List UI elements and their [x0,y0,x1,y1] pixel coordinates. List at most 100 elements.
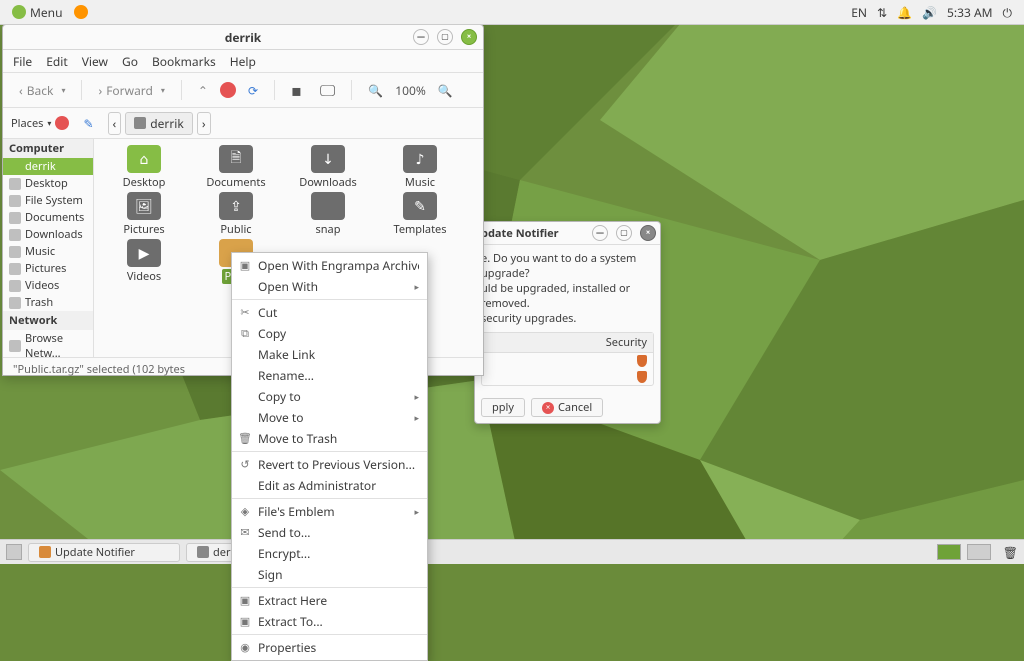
folder-icon [9,280,21,292]
trash-icon: 🗑 [238,432,252,446]
home-button[interactable]: ▪ [285,77,308,103]
ctx-edit-as-admin[interactable]: Edit as Administrator [232,475,427,496]
zoom-in-button[interactable]: 🔍 [432,80,459,101]
close-icon[interactable]: × [640,225,656,241]
folder-pictures[interactable]: 🖼Pictures [98,192,190,237]
ctx-properties[interactable]: ◉Properties [232,637,427,658]
sidebar-network-header: Network [3,311,93,330]
breadcrumb-next[interactable]: › [197,112,211,135]
ctx-open-with-engrampa[interactable]: ▣Open With Engrampa Archive Manager [232,255,427,276]
ctx-open-with[interactable]: Open With▸ [232,276,427,297]
folder-icon [9,229,21,241]
ctx-rename[interactable]: Rename... [232,365,427,386]
zoom-out-button[interactable]: 🔍 [362,80,389,101]
back-button[interactable]: ‹Back▾ [13,80,71,101]
sidebar-item-downloads[interactable]: Downloads [3,226,93,243]
up-button[interactable]: ⌃ [192,80,214,101]
menu-go[interactable]: Go [122,53,138,70]
shutdown-icon[interactable]: ⏻ [1003,4,1013,21]
breadcrumb-current[interactable]: derrik [125,112,193,135]
trash-applet-icon[interactable]: 🗑 [1003,544,1018,561]
menu-help[interactable]: Help [230,53,256,70]
folder-documents[interactable]: 🗎Documents [190,145,282,190]
folder-icon [9,263,21,275]
taskbar-update-notifier[interactable]: Update Notifier [28,543,180,562]
minimize-icon[interactable]: — [413,29,429,45]
update-notifier-window[interactable]: pdate Notifier — ▢ × e. Do you want to d… [474,221,661,424]
folder-icon: ✎ [403,192,437,220]
folder-music[interactable]: ♪Music [374,145,466,190]
workspace-1[interactable] [937,544,961,560]
folder-downloads[interactable]: ↓Downloads [282,145,374,190]
window-title: derrik [225,29,262,46]
sidebar-item-music[interactable]: Music [3,243,93,260]
ctx-send-to[interactable]: ✉Send to... [232,522,427,543]
folder-snap[interactable]: snap [282,192,374,237]
ctx-copy[interactable]: ⧉Copy [232,323,427,344]
forward-button[interactable]: ›Forward▾ [92,80,170,101]
sidebar-item-trash[interactable]: Trash [3,294,93,311]
minimize-icon[interactable]: — [592,225,608,241]
computer-button[interactable]: 🖵 [314,77,341,103]
clock[interactable]: 5:33 AM [947,4,992,21]
folder-desktop[interactable]: ⌂Desktop [98,145,190,190]
cut-icon: ✂ [238,306,252,320]
system-tray: EN ⇅ 🔔 🔊 5:33 AM ⏻ [845,4,1018,21]
folder-videos[interactable]: ▶Videos [98,239,190,284]
sidebar-item-pictures[interactable]: Pictures [3,260,93,277]
sidebar-item-documents[interactable]: Documents [3,209,93,226]
breadcrumb-prev[interactable]: ‹ [108,112,122,135]
folder-icon: ♪ [403,145,437,173]
network-icon[interactable]: ⇅ [877,4,887,21]
volume-icon[interactable]: 🔊 [922,4,937,21]
ctx-sign[interactable]: Sign [232,564,427,585]
notifications-icon[interactable]: 🔔 [897,4,912,21]
ctx-emblem[interactable]: ◈File's Emblem▸ [232,501,427,522]
properties-icon: ◉ [238,641,252,655]
ctx-extract-to[interactable]: ▣Extract To... [232,611,427,632]
sidebar-close-icon[interactable] [55,116,69,130]
reload-button[interactable]: ⟳ [242,80,264,101]
menu-view[interactable]: View [82,53,108,70]
menu-edit[interactable]: Edit [46,53,67,70]
keyboard-layout-indicator[interactable]: EN [851,4,867,21]
maximize-icon[interactable]: ▢ [616,225,632,241]
menu-file[interactable]: File [13,53,32,70]
revert-icon: ↺ [238,458,252,472]
sidebar: Computer derrik Desktop File System Docu… [3,139,94,357]
ctx-revert-version[interactable]: ↺Revert to Previous Version... [232,454,427,475]
stop-icon[interactable] [220,82,236,98]
applications-menu-button[interactable]: Menu [6,4,68,21]
apply-button[interactable]: pply [481,398,525,417]
titlebar[interactable]: derrik — ▢ × [3,25,483,50]
maximize-icon[interactable]: ▢ [437,29,453,45]
workspace-2[interactable] [967,544,991,560]
drive-icon [9,195,21,207]
close-icon[interactable]: × [461,29,477,45]
chevron-down-icon[interactable]: ▾ [47,118,51,129]
firefox-launcher-icon[interactable] [74,5,88,19]
sidebar-item-videos[interactable]: Videos [3,277,93,294]
places-dropdown-label[interactable]: Places [11,116,43,131]
edit-path-button[interactable]: ✎ [83,115,93,132]
folder-icon [134,117,146,129]
folder-public[interactable]: ⇪Public [190,192,282,237]
sidebar-item-home[interactable]: derrik [3,158,93,175]
ctx-cut[interactable]: ✂Cut [232,302,427,323]
cancel-button[interactable]: ×Cancel [531,398,603,417]
ctx-encrypt[interactable]: Encrypt... [232,543,427,564]
show-desktop-icon[interactable] [6,544,22,560]
update-window-titlebar[interactable]: pdate Notifier — ▢ × [475,222,660,245]
ctx-copy-to[interactable]: Copy to▸ [232,386,427,407]
ctx-move-to[interactable]: Move to▸ [232,407,427,428]
folder-icon [197,546,209,558]
context-menu[interactable]: ▣Open With Engrampa Archive Manager Open… [231,252,428,661]
menu-bookmarks[interactable]: Bookmarks [152,53,216,70]
ctx-extract-here[interactable]: ▣Extract Here [232,590,427,611]
sidebar-item-filesystem[interactable]: File System [3,192,93,209]
folder-templates[interactable]: ✎Templates [374,192,466,237]
sidebar-item-browse-network[interactable]: Browse Netw... [3,330,93,357]
ctx-make-link[interactable]: Make Link [232,344,427,365]
sidebar-item-desktop[interactable]: Desktop [3,175,93,192]
ctx-move-to-trash[interactable]: 🗑Move to Trash [232,428,427,449]
